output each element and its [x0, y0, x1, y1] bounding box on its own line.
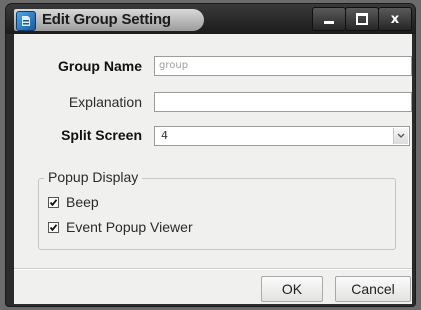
popup-display-group — [38, 178, 396, 250]
title-area: Edit Group Setting — [14, 9, 204, 31]
button-separator — [14, 268, 412, 270]
split-screen-select[interactable]: 4 — [154, 126, 410, 146]
chevron-down-icon — [397, 133, 405, 138]
minimize-icon — [324, 20, 334, 24]
check-icon — [49, 198, 58, 206]
minimize-button[interactable] — [312, 7, 346, 31]
group-name-field[interactable]: group — [154, 56, 412, 76]
event-popup-viewer-checkbox[interactable] — [48, 221, 59, 233]
split-screen-label: Split Screen — [61, 127, 142, 143]
group-name-label: Group Name — [57, 58, 142, 74]
close-icon: x — [390, 11, 400, 27]
title-bar[interactable]: Edit Group Setting x — [6, 4, 415, 34]
ok-button[interactable]: OK — [261, 276, 323, 302]
split-screen-value: 4 — [161, 129, 168, 142]
dropdown-button[interactable] — [393, 128, 408, 144]
app-icon — [16, 11, 36, 31]
maximize-icon — [356, 13, 368, 25]
dialog-body: Group Name group Explanation Split Scree… — [14, 34, 412, 304]
event-popup-viewer-label: Event Popup Viewer — [66, 219, 193, 235]
explanation-field[interactable] — [154, 92, 412, 112]
check-icon — [49, 223, 58, 231]
window-title: Edit Group Setting — [42, 11, 171, 28]
maximize-button[interactable] — [345, 7, 379, 31]
beep-label: Beep — [66, 194, 99, 210]
event-popup-viewer-option[interactable]: Event Popup Viewer — [48, 219, 193, 235]
beep-checkbox[interactable] — [48, 196, 59, 208]
dialog-window: Edit Group Setting x Group Name group Ex… — [6, 4, 415, 306]
beep-option[interactable]: Beep — [48, 194, 99, 210]
close-button[interactable]: x — [378, 7, 412, 31]
popup-display-legend: Popup Display — [44, 169, 143, 185]
explanation-label: Explanation — [68, 94, 142, 110]
cancel-button[interactable]: Cancel — [335, 276, 411, 302]
